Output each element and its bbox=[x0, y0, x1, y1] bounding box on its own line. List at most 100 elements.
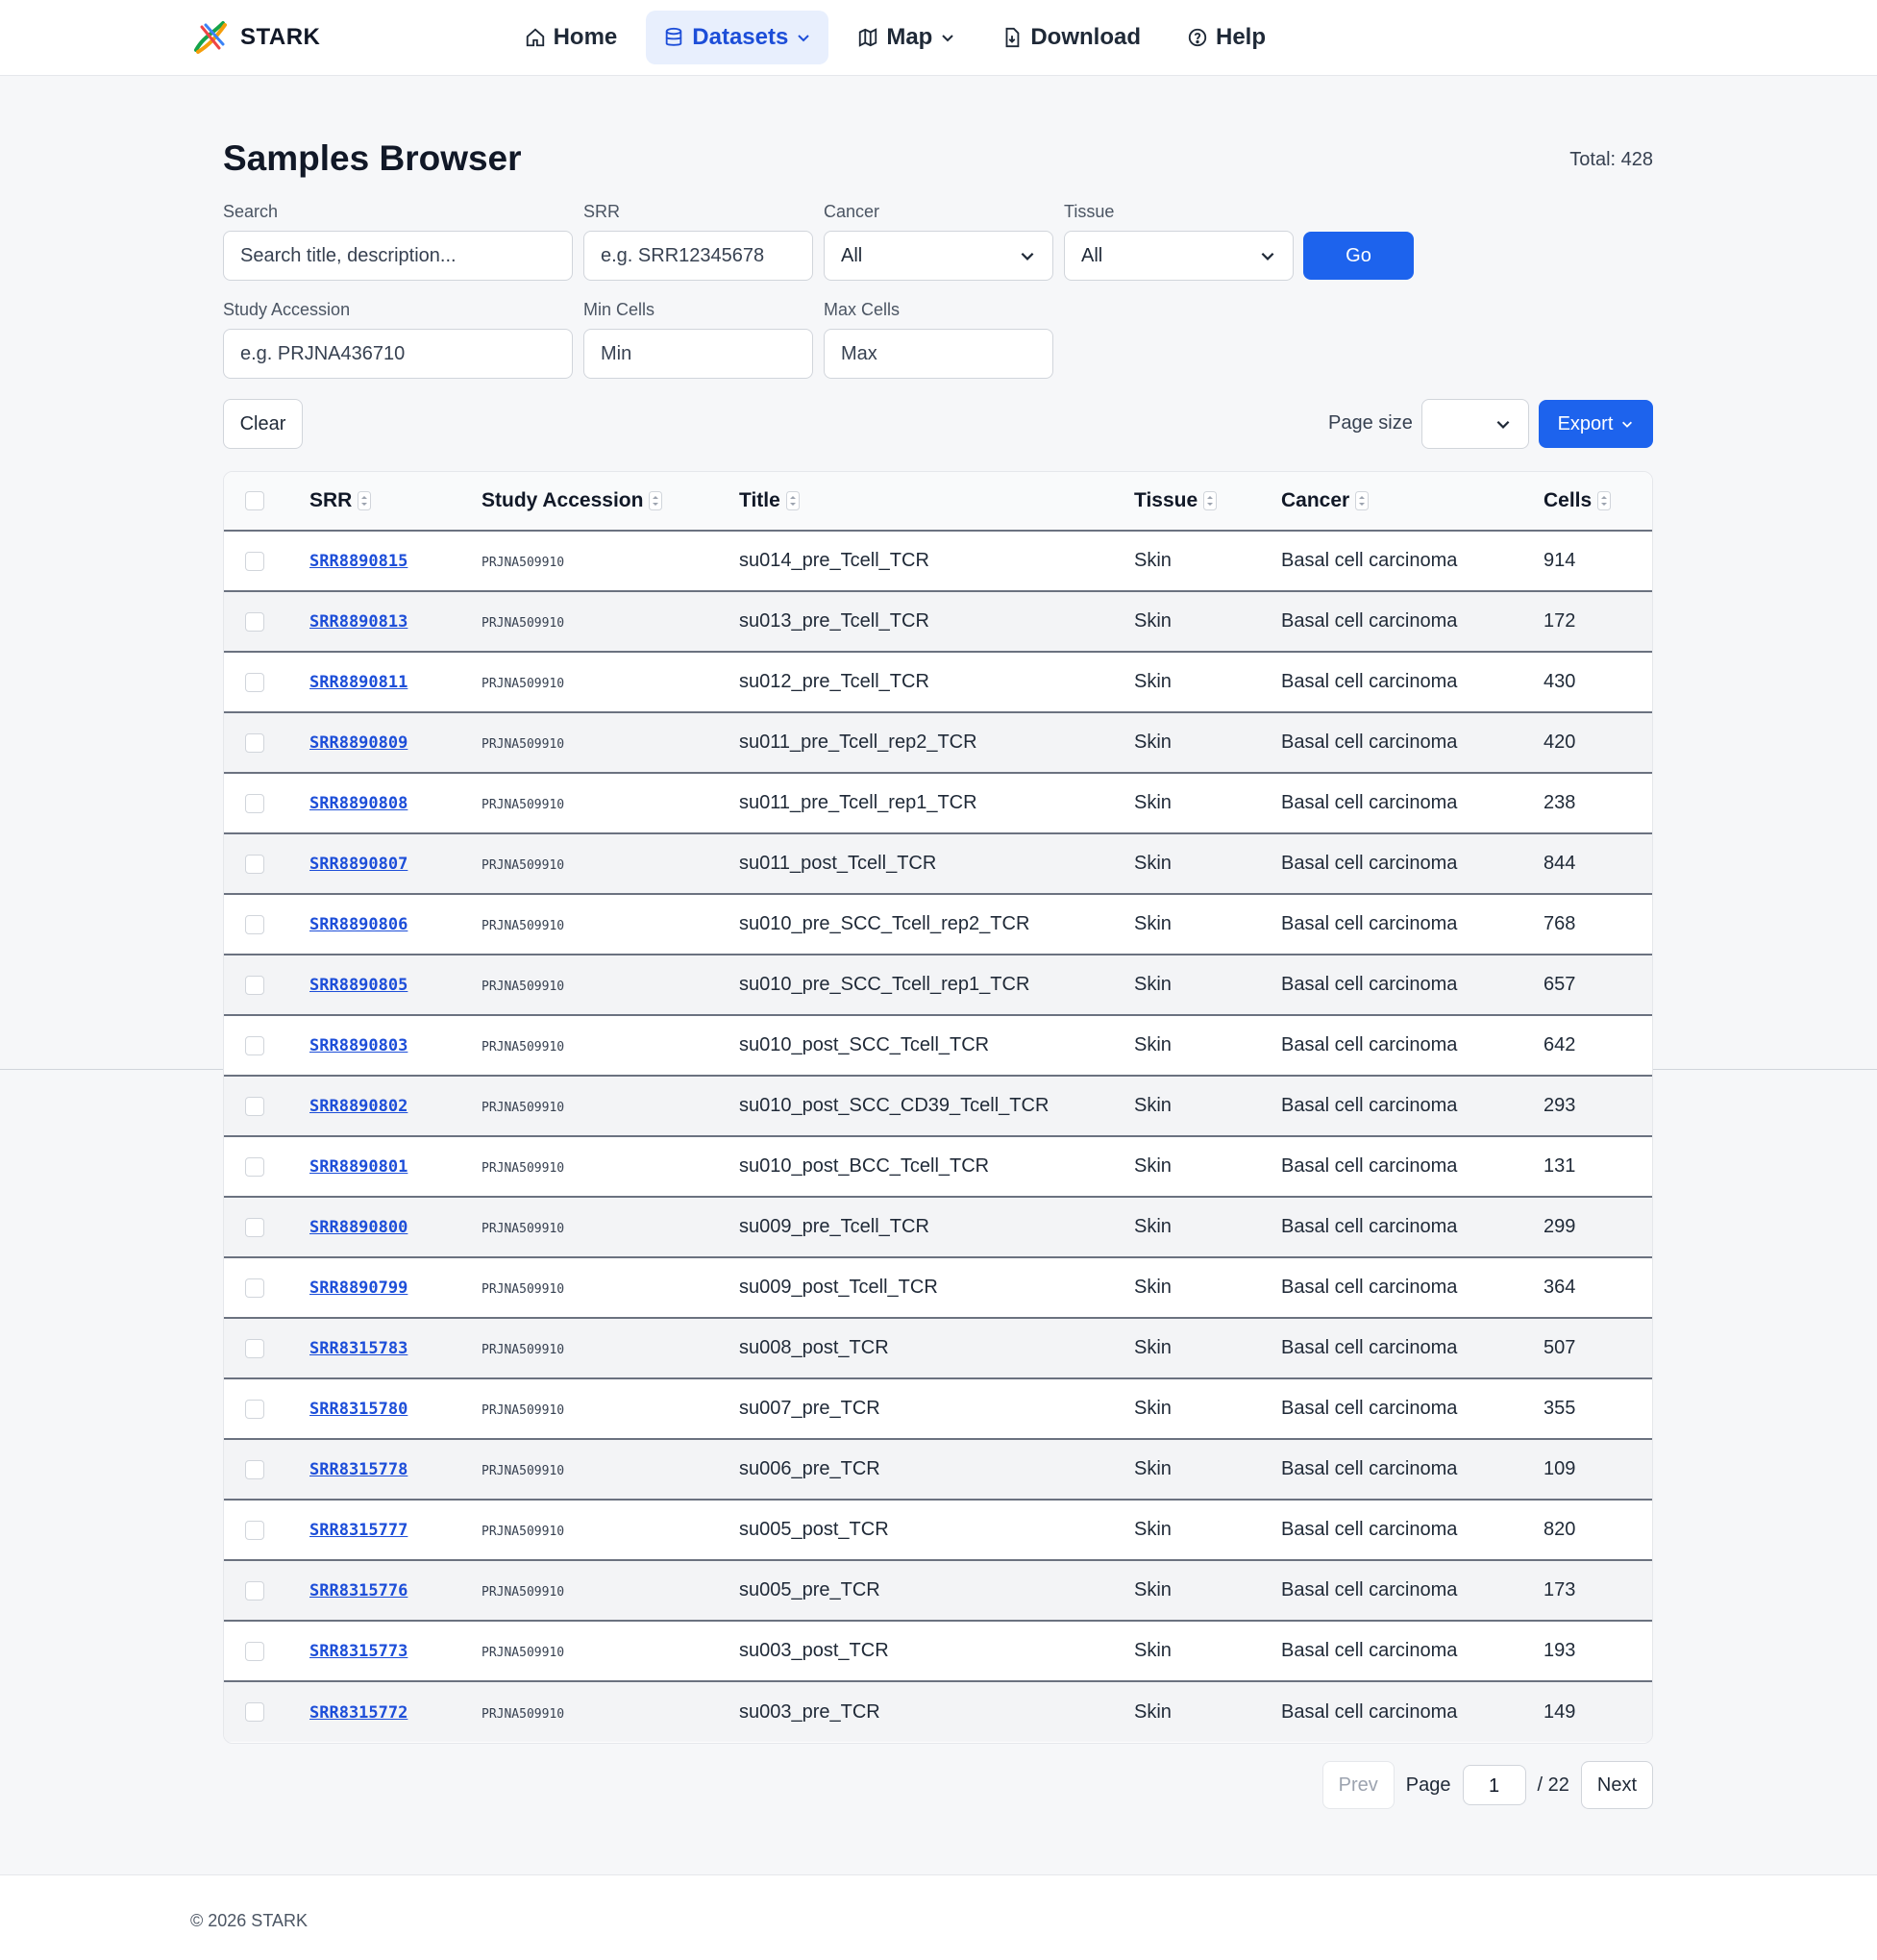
nav-home[interactable]: Home bbox=[507, 11, 635, 64]
table-row: SRR8890803 PRJNA509910 su010_post_SCC_Tcel… bbox=[224, 1015, 1652, 1076]
srr-link[interactable]: SRR8890801 bbox=[309, 1157, 408, 1177]
row-checkbox[interactable] bbox=[245, 1459, 264, 1479]
srr-link[interactable]: SRR8890800 bbox=[309, 1218, 408, 1237]
title-cell: su012_pre_Tcell_TCR bbox=[739, 671, 929, 692]
srr-link[interactable]: SRR8890803 bbox=[309, 1036, 408, 1055]
srr-link[interactable]: SRR8890809 bbox=[309, 733, 408, 753]
row-checkbox[interactable] bbox=[245, 1035, 264, 1055]
page-size-select[interactable] bbox=[1421, 399, 1529, 449]
table-row: SRR8890805 PRJNA509910 su010_pre_SCC_Tcell… bbox=[224, 955, 1652, 1015]
row-checkbox[interactable] bbox=[245, 1217, 264, 1237]
row-checkbox[interactable] bbox=[245, 1641, 264, 1661]
row-checkbox[interactable] bbox=[245, 914, 264, 934]
table-row: SRR8315777 PRJNA509910 su005_post_TCR Skin B… bbox=[224, 1500, 1652, 1560]
study-accession-cell: PRJNA509910 bbox=[482, 1525, 565, 1539]
srr-input[interactable] bbox=[583, 231, 813, 281]
total-count: Total: 428 bbox=[1569, 149, 1653, 170]
brand[interactable]: STARK bbox=[190, 17, 320, 58]
row-checkbox[interactable] bbox=[245, 1156, 264, 1177]
column-header-cancer[interactable]: Cancer bbox=[1281, 472, 1544, 531]
row-checkbox[interactable] bbox=[245, 672, 264, 692]
srr-link[interactable]: SRR8315776 bbox=[309, 1581, 408, 1600]
srr-link[interactable]: SRR8890806 bbox=[309, 915, 408, 934]
nav-map[interactable]: Map bbox=[840, 11, 973, 64]
title-cell: su006_pre_TCR bbox=[739, 1458, 880, 1479]
srr-link[interactable]: SRR8890805 bbox=[309, 976, 408, 995]
go-button[interactable]: Go bbox=[1303, 232, 1414, 280]
clear-button[interactable]: Clear bbox=[223, 399, 303, 449]
nav-datasets[interactable]: Datasets bbox=[646, 11, 829, 64]
export-button[interactable]: Export bbox=[1539, 400, 1653, 448]
prev-page-button[interactable]: Prev bbox=[1321, 1761, 1395, 1809]
title-cell: su009_pre_Tcell_TCR bbox=[739, 1216, 929, 1237]
row-checkbox[interactable] bbox=[245, 1399, 264, 1419]
tissue-cell: Skin bbox=[1134, 1277, 1172, 1298]
title-cell: su003_pre_TCR bbox=[739, 1700, 880, 1723]
srr-link[interactable]: SRR8315773 bbox=[309, 1642, 408, 1661]
next-page-button[interactable]: Next bbox=[1580, 1761, 1653, 1809]
srr-link[interactable]: SRR8890815 bbox=[309, 552, 408, 571]
cancer-select[interactable]: All bbox=[824, 231, 1053, 281]
study-accession-cell: PRJNA509910 bbox=[482, 737, 565, 752]
row-checkbox[interactable] bbox=[245, 1520, 264, 1540]
search-input[interactable] bbox=[223, 231, 573, 281]
srr-link[interactable]: SRR8890811 bbox=[309, 673, 408, 692]
srr-link[interactable]: SRR8315778 bbox=[309, 1460, 408, 1479]
srr-link[interactable]: SRR8315783 bbox=[309, 1339, 408, 1358]
row-checkbox[interactable] bbox=[245, 1096, 264, 1116]
min-cells-input[interactable] bbox=[583, 329, 813, 379]
column-header-title[interactable]: Title bbox=[739, 472, 1134, 531]
study-accession-cell: PRJNA509910 bbox=[482, 1282, 565, 1297]
srr-link[interactable]: SRR8890807 bbox=[309, 855, 408, 874]
column-header-srr[interactable]: SRR bbox=[309, 472, 482, 531]
cells-cell: 507 bbox=[1544, 1337, 1576, 1358]
nav-help[interactable]: Help bbox=[1170, 11, 1283, 64]
row-checkbox[interactable] bbox=[245, 551, 264, 571]
row-checkbox[interactable] bbox=[245, 793, 264, 813]
srr-link[interactable]: SRR8315780 bbox=[309, 1400, 408, 1419]
tissue-cell: Skin bbox=[1134, 610, 1172, 632]
max-cells-input[interactable] bbox=[824, 329, 1053, 379]
sort-icon bbox=[358, 491, 372, 510]
page-label: Page bbox=[1405, 1774, 1451, 1796]
tissue-select[interactable]: All bbox=[1064, 231, 1294, 281]
chevron-down-icon bbox=[1021, 252, 1034, 261]
row-checkbox[interactable] bbox=[245, 732, 264, 753]
column-header-cells[interactable]: Cells bbox=[1544, 472, 1652, 531]
chevron-down-icon bbox=[942, 35, 954, 42]
srr-link[interactable]: SRR8315772 bbox=[309, 1703, 408, 1723]
column-label: SRR bbox=[309, 489, 353, 511]
row-checkbox[interactable] bbox=[245, 1278, 264, 1298]
srr-link[interactable]: SRR8890813 bbox=[309, 612, 408, 632]
srr-link[interactable]: SRR8315777 bbox=[309, 1521, 408, 1540]
title-cell: su005_post_TCR bbox=[739, 1519, 889, 1540]
tissue-cell: Skin bbox=[1134, 1398, 1172, 1419]
nav-download[interactable]: Download bbox=[984, 11, 1158, 64]
srr-link[interactable]: SRR8890808 bbox=[309, 794, 408, 813]
row-checkbox[interactable] bbox=[245, 1580, 264, 1600]
cancer-cell: Basal cell carcinoma bbox=[1281, 1337, 1458, 1358]
table-row: SRR8315778 PRJNA509910 su006_pre_TCR Skin Ba… bbox=[224, 1439, 1652, 1500]
table-row: SRR8890807 PRJNA509910 su011_post_Tcell_TC… bbox=[224, 833, 1652, 894]
row-checkbox[interactable] bbox=[245, 1702, 264, 1723]
title-cell: su007_pre_TCR bbox=[739, 1398, 880, 1419]
title-cell: su011_pre_Tcell_rep2_TCR bbox=[739, 732, 977, 753]
study-accession-cell: PRJNA509910 bbox=[482, 1706, 565, 1722]
title-cell: su011_post_Tcell_TCR bbox=[739, 853, 937, 874]
srr-link[interactable]: SRR8890802 bbox=[309, 1097, 408, 1116]
row-checkbox[interactable] bbox=[245, 1338, 264, 1358]
study-accession-input[interactable] bbox=[223, 329, 573, 379]
top-navbar: STARK Home Datasets Map Download Help bbox=[0, 0, 1877, 76]
row-checkbox[interactable] bbox=[245, 611, 264, 632]
row-checkbox[interactable] bbox=[245, 854, 264, 874]
srr-link[interactable]: SRR8890799 bbox=[309, 1278, 408, 1298]
map-icon bbox=[859, 28, 877, 47]
sort-icon bbox=[1355, 491, 1370, 510]
column-header-tissue[interactable]: Tissue bbox=[1134, 472, 1281, 531]
column-header-study-accession[interactable]: Study Accession bbox=[482, 472, 739, 531]
table-row: SRR8890809 PRJNA509910 su011_pre_Tcell_rep… bbox=[224, 712, 1652, 773]
row-checkbox[interactable] bbox=[245, 975, 264, 995]
cells-cell: 109 bbox=[1544, 1458, 1576, 1479]
page-number-input[interactable]: 1 bbox=[1462, 1765, 1526, 1805]
select-all-checkbox[interactable] bbox=[245, 491, 264, 511]
